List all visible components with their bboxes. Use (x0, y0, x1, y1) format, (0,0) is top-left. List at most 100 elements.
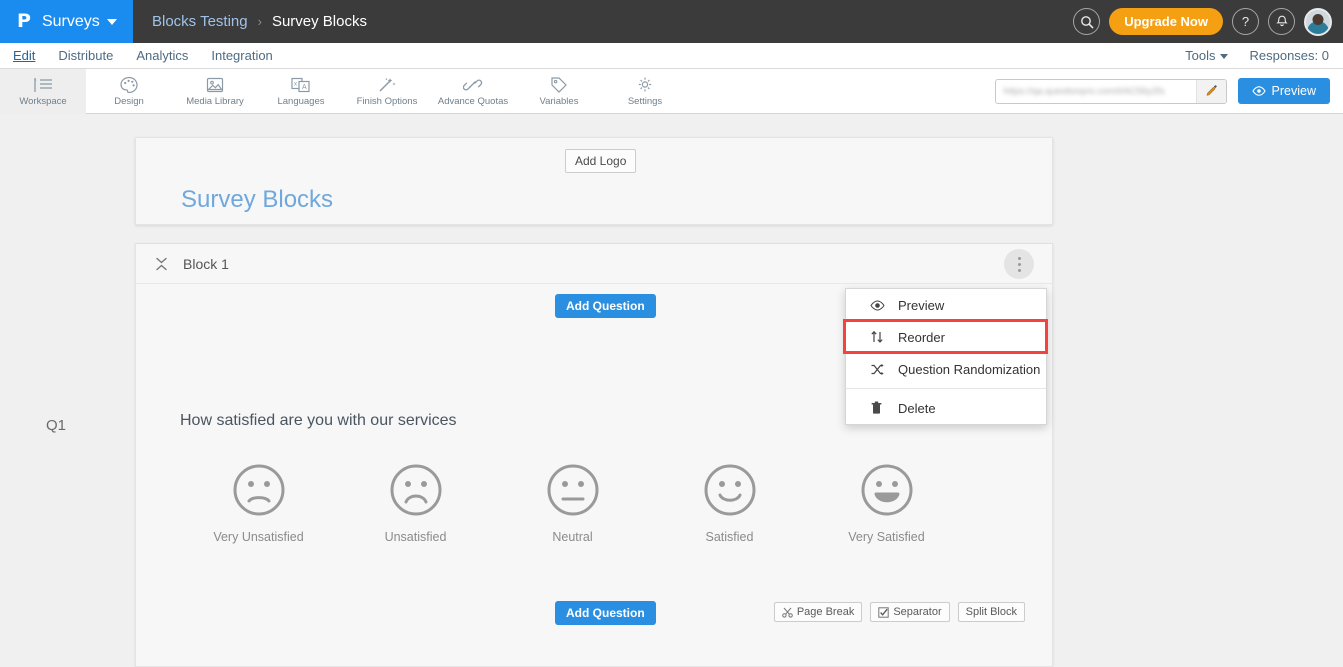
breadcrumb-current: Survey Blocks (271, 13, 367, 30)
search-icon[interactable] (1073, 8, 1101, 35)
questionpro-logo-icon: P (17, 10, 31, 32)
dropdown-label: Preview (898, 297, 945, 313)
rating-label: Very Unsatisfied (213, 530, 304, 544)
tools-menu[interactable]: Tools (1185, 48, 1228, 63)
dropdown-item-delete[interactable]: Delete (846, 392, 1046, 424)
question-text[interactable]: How satisfied are you with our services (180, 412, 457, 430)
toolbar-right-actions: https://qa.questionpro.com/t/AC56y2fs Pr… (994, 69, 1343, 113)
dropdown-item-reorder[interactable]: Reorder (846, 321, 1046, 353)
topbar-actions: Upgrade Now ? (1073, 7, 1343, 36)
add-question-button-top[interactable]: Add Question (555, 294, 656, 318)
toolbar-item-advance-quotas[interactable]: Advance Quotas (430, 69, 516, 114)
toolbar-label-variables: Variables (539, 96, 579, 107)
separator-button[interactable]: Separator (870, 602, 950, 622)
nav-tab-edit[interactable]: Edit (13, 48, 35, 63)
responses-count: Responses: 0 (1249, 48, 1330, 63)
trash-icon (870, 401, 892, 415)
pencil-icon[interactable] (1195, 79, 1226, 103)
block-options-dropdown: Preview Reorder Question Randomization D… (845, 288, 1047, 425)
toolbar-label-settings: Settings (627, 96, 663, 107)
breadcrumb-separator-icon: › (257, 14, 262, 29)
avatar[interactable] (1304, 7, 1332, 36)
block-header: Block 1 (136, 244, 1052, 284)
toolbar-label-languages: Languages (277, 96, 325, 107)
rating-option-neutral[interactable]: Neutral (494, 462, 651, 544)
toolbar-item-settings[interactable]: Settings (602, 69, 688, 114)
add-question-button-bottom[interactable]: Add Question (555, 601, 656, 625)
eye-icon (1251, 86, 1266, 96)
rating-option-very-satisfied[interactable]: Very Satisfied (808, 462, 965, 544)
toolbar-item-variables[interactable]: Variables (516, 69, 602, 114)
block-options-button[interactable] (1004, 249, 1034, 279)
rating-option-satisfied[interactable]: Satisfied (651, 462, 808, 544)
shuffle-icon (870, 363, 892, 376)
add-logo-button[interactable]: Add Logo (565, 149, 637, 173)
survey-canvas: Add Logo Survey Blocks Block 1 Add Quest… (0, 115, 1343, 667)
page-break-label: Page Break (796, 606, 855, 618)
brand-surveys-menu[interactable]: P Surveys (0, 0, 133, 43)
nav-tab-distribute[interactable]: Distribute (58, 48, 113, 63)
notification-bell-icon[interactable] (1268, 8, 1295, 35)
separator-label: Separator (893, 606, 942, 618)
big-smile-face-icon (861, 464, 912, 516)
more-vertical-icon (1017, 256, 1021, 260)
dropdown-label: Delete (898, 400, 936, 416)
toolbar-item-design[interactable]: Design (86, 69, 172, 114)
sort-arrows-icon (870, 330, 892, 344)
rating-label: Neutral (552, 530, 593, 544)
rating-label: Very Satisfied (848, 530, 925, 544)
toolbar-label-finish-options: Finish Options (356, 96, 418, 107)
dropdown-divider (846, 388, 1046, 389)
checkbox-icon (878, 606, 890, 618)
breadcrumb: Blocks Testing › Survey Blocks (152, 13, 367, 30)
survey-url-value: https://qa.questionpro.com/t/AC56y2fs (1003, 85, 1165, 97)
upgrade-now-button[interactable]: Upgrade Now (1109, 8, 1223, 35)
tools-label: Tools (1185, 48, 1216, 63)
nav-right-actions: Tools Responses: 0 (1185, 48, 1343, 63)
smiley-rating-scale: Very Unsatisfied Unsatisfied Neutral Sat… (180, 462, 980, 544)
toolbar-label-advance-quotas: Advance Quotas (437, 96, 509, 107)
toolbar-item-workspace[interactable]: Workspace (0, 69, 86, 114)
survey-header-card: Add Logo Survey Blocks (135, 137, 1053, 225)
block-footer-tools: Page Break Separator Split Block (773, 602, 1025, 622)
rating-option-very-unsatisfied[interactable]: Very Unsatisfied (180, 462, 337, 544)
dropdown-label: Question Randomization (898, 361, 1041, 377)
question-number: Q1 (46, 417, 67, 434)
split-block-label: Split Block (965, 606, 1017, 618)
scissors-icon (782, 607, 793, 618)
block-title[interactable]: Block 1 (183, 256, 229, 272)
svg-text:x: x (294, 82, 297, 88)
split-block-button[interactable]: Split Block (957, 602, 1025, 622)
eye-icon (870, 299, 892, 311)
preview-button-label: Preview (1271, 84, 1316, 98)
page-break-button[interactable]: Page Break (773, 602, 863, 622)
frown-face-icon (390, 464, 441, 516)
nav-tab-integration[interactable]: Integration (211, 48, 272, 63)
rating-option-unsatisfied[interactable]: Unsatisfied (337, 462, 494, 544)
brand-label: Surveys (41, 12, 100, 30)
page-title[interactable]: Survey Blocks (181, 186, 333, 214)
more-vertical-icon (1017, 268, 1021, 272)
toolbar-item-media-library[interactable]: Media Library (172, 69, 258, 114)
neutral-face-icon (547, 464, 598, 516)
nav-tab-list: Edit Distribute Analytics Integration (0, 48, 273, 63)
help-icon[interactable]: ? (1232, 8, 1259, 35)
rating-label: Unsatisfied (384, 530, 447, 544)
secondary-nav: Edit Distribute Analytics Integration To… (0, 43, 1343, 69)
slight-frown-face-icon (233, 464, 284, 516)
toolbar-item-finish-options[interactable]: Finish Options (344, 69, 430, 114)
chevron-down-icon (1219, 54, 1228, 60)
toolbar-item-languages[interactable]: xA Languages (258, 69, 344, 114)
rating-label: Satisfied (705, 530, 754, 544)
breadcrumb-parent-link[interactable]: Blocks Testing (152, 13, 248, 30)
nav-tab-analytics[interactable]: Analytics (136, 48, 188, 63)
dropdown-item-question-randomization[interactable]: Question Randomization (846, 353, 1046, 385)
collapse-icon[interactable] (155, 257, 169, 271)
dropdown-item-preview[interactable]: Preview (846, 289, 1046, 321)
chevron-down-icon (106, 18, 117, 25)
svg-text:A: A (302, 84, 307, 91)
dropdown-label: Reorder (898, 329, 945, 345)
survey-url-field[interactable]: https://qa.questionpro.com/t/AC56y2fs (994, 78, 1227, 104)
top-bar: P Surveys Blocks Testing › Survey Blocks… (0, 0, 1343, 43)
preview-button[interactable]: Preview (1237, 78, 1330, 104)
